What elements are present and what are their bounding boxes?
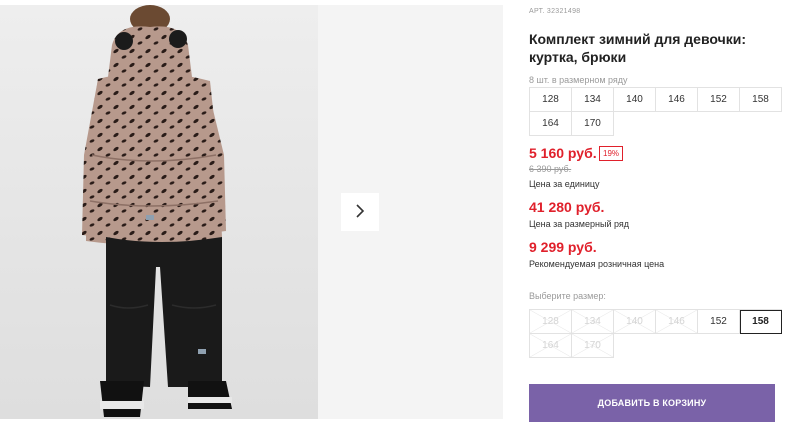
row-price: 41 280 руб.: [529, 199, 605, 215]
size-option: 128: [530, 310, 572, 334]
unit-price: 5 160 руб.: [529, 145, 597, 161]
size-option: 146: [656, 310, 698, 334]
size-select-grid: 128 134 140 146 152 158 164 170: [529, 309, 782, 358]
pack-size-cell: 146: [656, 88, 698, 112]
girl-in-winter-suit-image: [82, 5, 232, 417]
product-title: Комплект зимний для девочки: куртка, брю…: [529, 31, 746, 65]
size-option: 140: [614, 310, 656, 334]
add-to-cart-button[interactable]: ДОБАВИТЬ В КОРЗИНУ: [529, 384, 775, 422]
size-option: 170: [572, 334, 614, 358]
size-option: 164: [530, 334, 572, 358]
product-gallery: [0, 0, 503, 431]
product-photo: [0, 5, 318, 419]
pack-size-cell: 158: [740, 88, 782, 112]
pack-size-cell: 152: [698, 88, 740, 112]
discount-badge: 19%: [599, 146, 624, 161]
old-price: 6 390 руб.: [529, 164, 572, 174]
pack-size-cell: 140: [614, 88, 656, 112]
retail-price: 9 299 руб.: [529, 239, 597, 255]
next-image-button[interactable]: [341, 193, 379, 231]
row-price-caption: Цена за размерный ряд: [529, 219, 630, 229]
pack-size-cell: 134: [572, 88, 614, 112]
chevron-right-icon: [354, 203, 366, 222]
pack-size-grid: 128 134 140 146 152 158 164 170: [529, 87, 782, 136]
pack-size-cell: 170: [572, 112, 614, 136]
size-option: 134: [572, 310, 614, 334]
article-number: АРТ. 32321498: [529, 8, 581, 15]
pack-size-cell: 128: [530, 88, 572, 112]
size-option[interactable]: 152: [698, 310, 740, 334]
pack-note: 8 шт. в размерном ряду: [529, 75, 628, 85]
retail-price-caption: Рекомендуемая розничная цена: [529, 259, 665, 269]
unit-price-caption: Цена за единицу: [529, 179, 600, 189]
size-option[interactable]: 158: [740, 310, 782, 334]
pack-size-cell: 164: [530, 112, 572, 136]
size-select-label: Выберите размер:: [529, 291, 606, 301]
